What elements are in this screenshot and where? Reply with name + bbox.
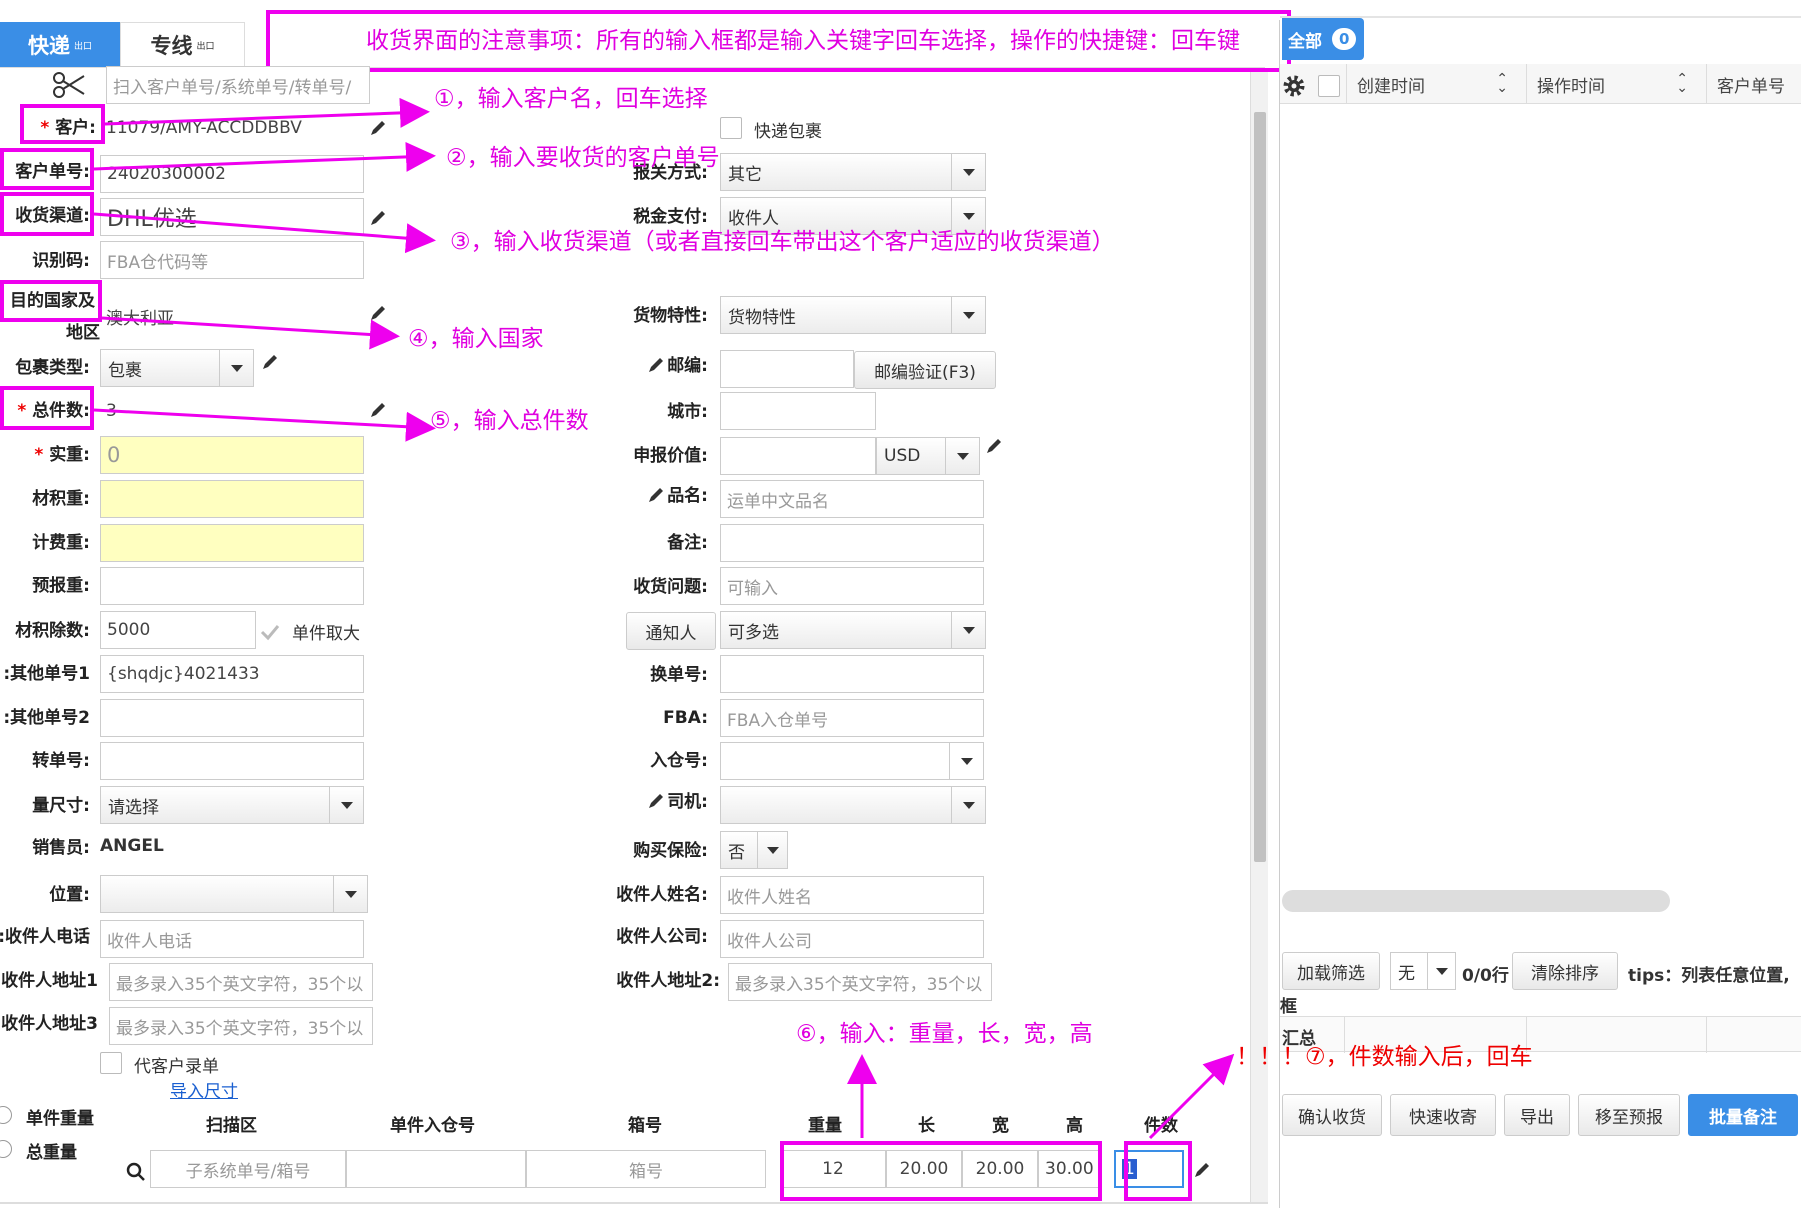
- arrow-3: [93, 212, 436, 254]
- arrow-7: [1148, 1053, 1235, 1140]
- annotation-7: ！！！⑦，件数输入后，回车: [1236, 1044, 1533, 1070]
- annotation-6: ⑥，输入：重量，长，宽，高: [796, 1021, 1093, 1047]
- arrow-1: [104, 97, 430, 128]
- annotation-5: ⑤，输入总件数: [430, 408, 589, 434]
- arrow-4: [101, 316, 400, 350]
- annotation-3: ③，输入收货渠道（或者直接回车带出这个客户适应的收货渠道）: [450, 229, 1115, 255]
- annotation-4: ④，输入国家: [408, 326, 544, 352]
- arrow-5: [93, 408, 436, 442]
- annotation-1: ①，输入客户名，回车选择: [434, 86, 708, 112]
- shipment-receiving-screen: { "tabs": { "express": "快递", "express_su…: [0, 0, 1801, 1208]
- arrow-2: [93, 141, 436, 172]
- annotation-2: ②，输入要收货的客户单号: [446, 145, 720, 171]
